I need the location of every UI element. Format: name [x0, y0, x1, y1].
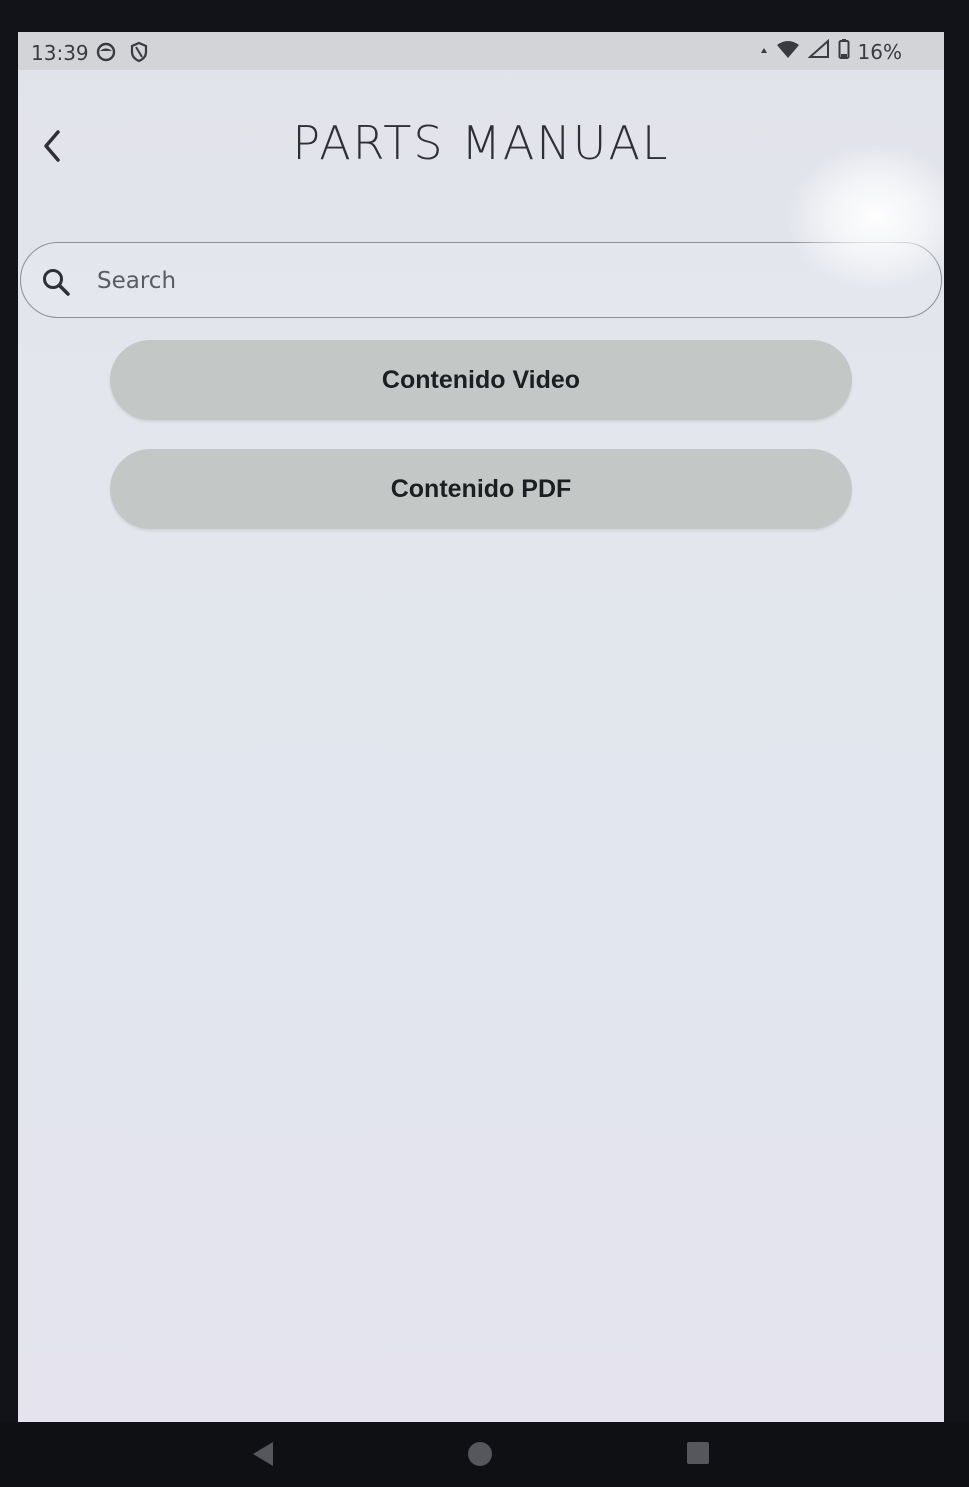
signal-icon [806, 38, 830, 64]
battery-icon [838, 38, 850, 65]
contenido-video-button[interactable]: Contenido Video [110, 340, 852, 420]
wifi-icon [776, 39, 800, 64]
device-frame: 13:39 16% PARTS MANUAL Search Contenido … [0, 0, 969, 1487]
system-nav-bar [0, 1422, 969, 1487]
app-header: PARTS MANUAL [18, 102, 944, 192]
battery-percentage: 16% [857, 39, 902, 64]
app-notification-icon [96, 42, 116, 67]
status-time: 13:39 [31, 41, 89, 65]
status-left-icons [96, 41, 148, 68]
search-icon [41, 267, 71, 297]
nav-home-icon[interactable] [466, 1440, 494, 1473]
nav-back-icon[interactable] [250, 1440, 276, 1473]
status-right-icons: 16% [760, 38, 902, 65]
status-bar: 13:39 16% [18, 32, 944, 70]
data-arrow-icon [760, 40, 768, 64]
shield-icon [130, 41, 148, 68]
screen: 13:39 16% PARTS MANUAL Search Contenido … [18, 32, 944, 1422]
search-bar[interactable] [20, 242, 942, 318]
page-title: PARTS MANUAL [292, 116, 670, 170]
contenido-pdf-button[interactable]: Contenido PDF [110, 449, 852, 529]
search-input[interactable] [97, 259, 897, 303]
nav-recents-icon[interactable] [686, 1440, 710, 1471]
